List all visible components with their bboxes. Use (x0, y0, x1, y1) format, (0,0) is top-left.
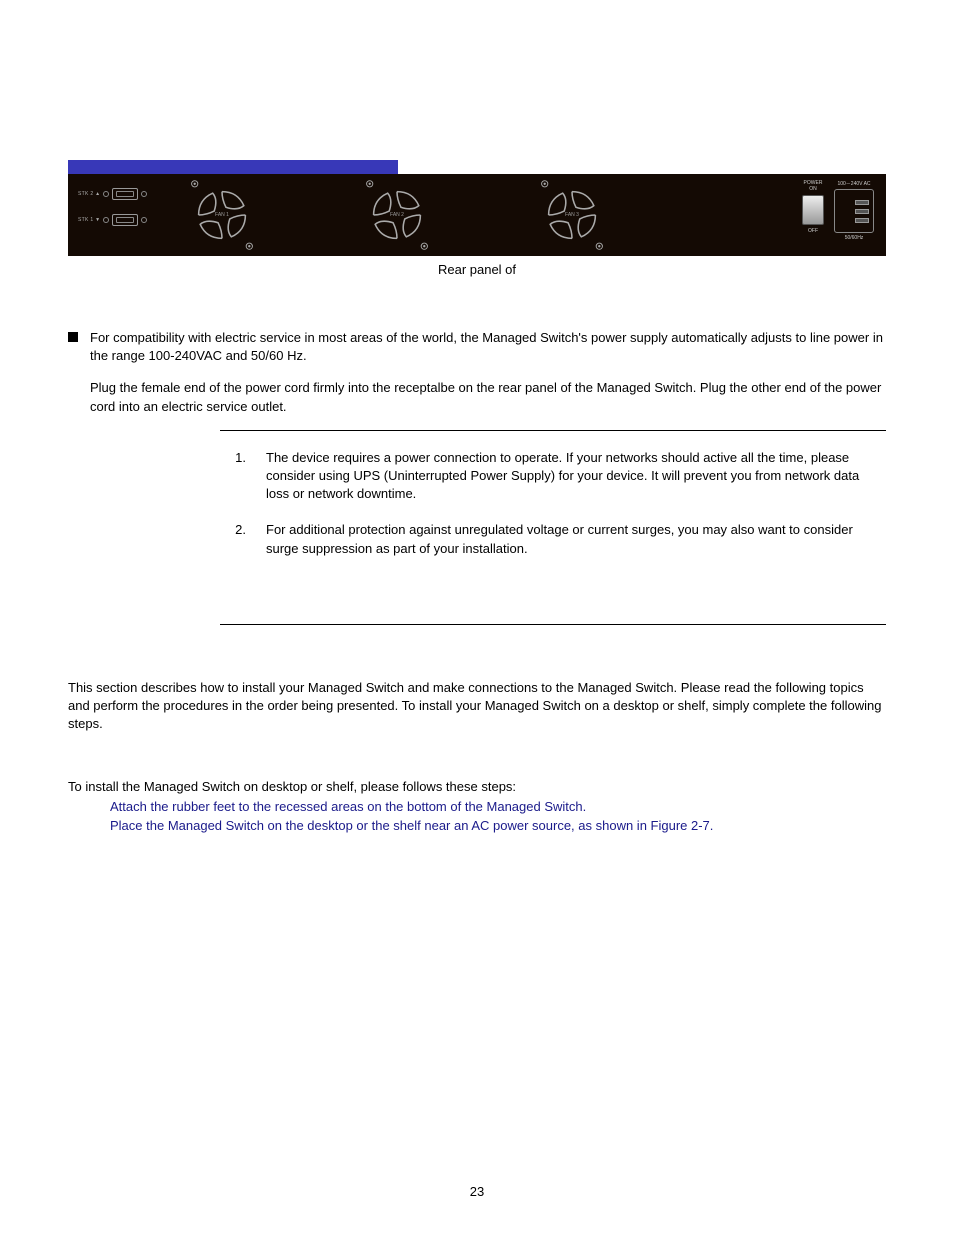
note-number: 2. (228, 521, 246, 557)
fan2-label: FAN 2 (390, 212, 404, 218)
page-number: 23 (470, 1184, 484, 1199)
led-icon (141, 217, 147, 223)
rear-panel-figure: STK 2 ▲ STK 1 ▼ FAN 1 (68, 174, 886, 256)
plug-instructions-text: Plug the female end of the power cord fi… (90, 379, 886, 415)
stack-ports: STK 2 ▲ STK 1 ▼ (78, 188, 147, 240)
ac-voltage-label: 100－240V AC (837, 180, 870, 187)
port-icon (112, 188, 138, 200)
fan1-label: FAN 1 (215, 212, 229, 218)
power-switch-icon (802, 195, 824, 225)
install-description: This section describes how to install yo… (68, 679, 886, 734)
power-off-label: OFF (808, 228, 818, 234)
note-number: 1. (228, 449, 246, 504)
fan-icon: FAN 2 (358, 176, 436, 254)
note-2-text: For additional protection against unregu… (266, 521, 878, 557)
figure-caption: Rear panel of (68, 262, 886, 277)
led-icon (141, 191, 147, 197)
power-on-label: POWER ON (804, 180, 823, 192)
fan-icon: FAN 1 (183, 176, 261, 254)
ac-inlet-icon (834, 189, 874, 233)
note-1-text: The device requires a power connection t… (266, 449, 878, 504)
port-icon (112, 214, 138, 226)
power-block: POWER ON OFF 100－240V AC 50/60Hz (802, 180, 874, 241)
step-1: Attach the rubber feet to the recessed a… (110, 797, 886, 817)
header-blue-bar (68, 160, 398, 174)
led-icon (103, 217, 109, 223)
led-icon (103, 191, 109, 197)
bullet-icon (68, 332, 78, 342)
ac-freq-label: 50/60Hz (845, 235, 864, 241)
fan-icon: FAN 3 (533, 176, 611, 254)
stk1-label: STK 1 ▼ (78, 217, 100, 223)
step-2: Place the Managed Switch on the desktop … (110, 816, 886, 836)
compatibility-text: For compatibility with electric service … (90, 329, 886, 365)
fan3-label: FAN 3 (565, 212, 579, 218)
steps-intro: To install the Managed Switch on desktop… (68, 777, 886, 797)
stk2-label: STK 2 ▲ (78, 191, 100, 197)
notes-box: 1. The device requires a power connectio… (220, 430, 886, 625)
